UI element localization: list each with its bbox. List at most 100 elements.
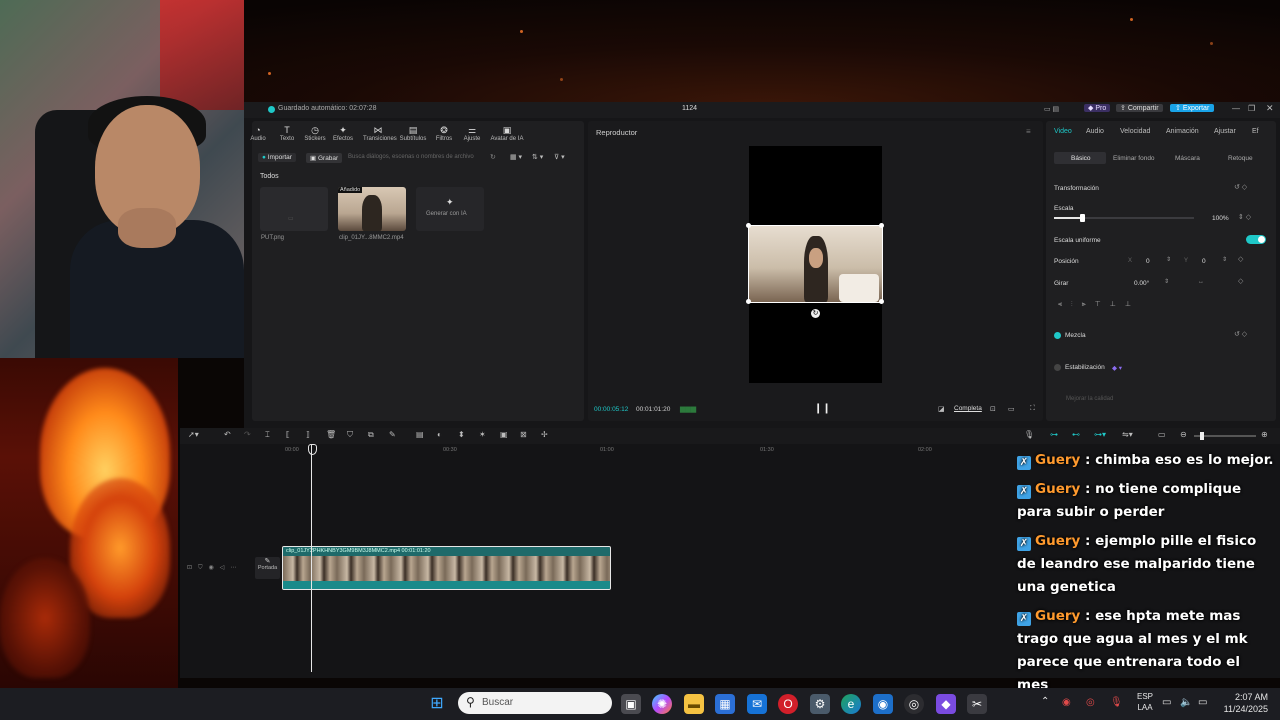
opera-icon[interactable]: O (778, 694, 798, 714)
export-button[interactable]: ⇧ Exportar (1170, 104, 1215, 112)
scale-value[interactable]: 100% (1212, 215, 1229, 222)
position-y-input[interactable]: 0 (1202, 258, 1206, 265)
rotate-input[interactable]: 0.00° (1134, 280, 1149, 287)
grid-view-icon[interactable]: ▦ ▾ (510, 153, 522, 161)
pro-badge[interactable]: ◆ Pro (1084, 104, 1111, 112)
project-title[interactable]: 1124 (682, 105, 697, 112)
resize-handle[interactable] (879, 299, 884, 304)
task-view-icon[interactable]: ▣ (621, 694, 641, 714)
close-icon[interactable]: ✕ (1266, 103, 1274, 114)
windows-start-icon[interactable]: ⊞ (427, 694, 447, 714)
taskbar-search[interactable]: ⚲ Buscar (458, 692, 612, 714)
media-item-png[interactable]: ▭ (260, 187, 328, 231)
edge-icon[interactable]: e (841, 694, 861, 714)
refresh-icon[interactable]: ↻ (490, 153, 496, 161)
ratio-icon[interactable]: ▭ (1008, 405, 1015, 413)
tab-effects[interactable]: Ef (1252, 128, 1259, 135)
playhead-handle[interactable] (308, 444, 317, 455)
playhead[interactable] (311, 444, 312, 672)
zoom-out-icon[interactable]: ⊖ (1180, 430, 1187, 439)
link-clips-icon[interactable]: ⊶ (1050, 430, 1058, 439)
split-right-icon[interactable]: ⟧ (306, 430, 310, 439)
snap-icon[interactable]: ⇋▾ (1122, 430, 1133, 439)
tab-video[interactable]: Video (1054, 128, 1072, 135)
tab-animation[interactable]: Animación (1166, 128, 1199, 135)
tab-audio[interactable]: Audio (1086, 128, 1104, 135)
media-item-video[interactable]: Añadido (338, 187, 406, 231)
tray-record-icon[interactable]: ◎ (1086, 697, 1095, 708)
volume-icon[interactable]: 🔈 (1180, 697, 1192, 708)
view-mode-select[interactable]: Completa (954, 405, 982, 412)
align-icons[interactable]: ⫷⫶⫸⊤⊥⊥ (1058, 300, 1140, 309)
mirror-icon[interactable]: ⬍ (458, 430, 465, 439)
layout-icon[interactable]: ▭ ▤ (1044, 105, 1059, 113)
smart-icon[interactable]: ✎ (389, 430, 396, 439)
enhance-quality-label[interactable]: Mejorar la calidad (1066, 396, 1113, 402)
menu-icon[interactable]: ≡ (1026, 127, 1031, 136)
sort-icon[interactable]: ⇅ ▾ (532, 153, 543, 161)
subtab-remove-bg[interactable]: Eliminar fondo (1113, 155, 1155, 162)
mic-icon[interactable]: 🎙 (1024, 430, 1034, 439)
tray-mic-icon[interactable]: 🎙 (1110, 697, 1123, 708)
capcut-taskbar-icon[interactable]: ✂ (967, 694, 987, 714)
scale-slider-thumb[interactable] (1080, 214, 1085, 222)
blend-enabled-icon[interactable] (1054, 332, 1061, 339)
app-blue-icon[interactable]: ◉ (873, 694, 893, 714)
settings-icon[interactable]: ⚙ (810, 694, 830, 714)
resize-handle[interactable] (746, 223, 751, 228)
crop-timeline-icon[interactable]: ⊠ (520, 430, 527, 439)
marker-icon[interactable]: ⛉ (347, 430, 353, 440)
tab-speed[interactable]: Velocidad (1120, 128, 1150, 135)
tab-adjust[interactable]: Ajustar (1214, 128, 1236, 135)
stepper-icon[interactable]: ⇕ (1166, 256, 1171, 263)
fit-icon[interactable]: ⊡ (990, 405, 996, 413)
chrome-icon[interactable]: ◎ (904, 694, 924, 714)
subtab-mask[interactable]: Máscara (1175, 155, 1200, 162)
track-controls-icons[interactable]: ⊡⛉◉◁⋯ (187, 564, 242, 572)
keyframe-icon[interactable]: ⇕ ◇ (1238, 213, 1251, 221)
split-icon[interactable]: ⌶ (265, 430, 270, 440)
uniform-scale-toggle[interactable] (1246, 235, 1266, 244)
delete-icon[interactable]: 🗑 (326, 430, 336, 439)
video-frame[interactable] (746, 223, 884, 304)
stepper-icon[interactable]: ⇕ (1164, 278, 1169, 285)
resize-handle[interactable] (746, 299, 751, 304)
toolbar-filters[interactable]: ❂ Filtros (430, 125, 458, 142)
toolbar-ai-avatar[interactable]: ▣ Avatar de IA (488, 125, 526, 142)
crop-clip-icon[interactable]: ⧉ (368, 430, 374, 440)
blend-label[interactable]: Mezcla (1065, 332, 1086, 339)
rotate-handle-icon[interactable]: ↻ (811, 309, 820, 318)
frame-icon[interactable]: ▣ (500, 430, 508, 439)
clock[interactable]: 2:07 AM 11/24/2025 (1216, 691, 1268, 715)
zoom-slider-thumb[interactable] (1200, 432, 1204, 440)
position-x-input[interactable]: 0 (1146, 258, 1150, 265)
subtab-retouch[interactable]: Retoque (1228, 155, 1253, 162)
keyframe-icon[interactable]: ◇ (1238, 255, 1243, 263)
reset-icon[interactable]: ↺ ◇ (1234, 183, 1247, 191)
copilot-icon[interactable]: ✺ (652, 694, 672, 714)
magnet-icon[interactable]: ⊷ (1072, 430, 1080, 439)
stepper-icon[interactable]: ⇕ (1222, 256, 1227, 263)
crop-icon[interactable]: ◪ (938, 405, 945, 413)
subtab-basic[interactable]: Básico (1071, 155, 1091, 162)
undo-icon[interactable]: ↶ (224, 430, 231, 439)
toolbar-subtitles[interactable]: ▤ Subtítulos (399, 125, 427, 142)
toolbar-effects[interactable]: ✦ Efectos (329, 125, 357, 142)
file-explorer-icon[interactable]: ▬ (684, 694, 704, 714)
magic-icon[interactable]: ✶ (479, 430, 486, 439)
language-indicator[interactable]: ESP LAA (1134, 691, 1156, 713)
tray-app-icon[interactable]: ◉ (1062, 697, 1071, 708)
outlook-icon[interactable]: ✉ (747, 694, 767, 714)
display-icon[interactable]: ▭ (1162, 697, 1171, 708)
timeline-clip[interactable]: clip_01JY2PHKHNBY3GM9BM3J8MMC2.mp4 00:01… (282, 546, 611, 590)
tray-overflow-icon[interactable]: ⌃ (1041, 696, 1049, 707)
media-search-input[interactable]: Busca diálogos, escenas o nombres de arc… (348, 154, 498, 160)
import-button[interactable]: ● Importar (258, 153, 296, 162)
cover-button[interactable]: ✎ Portada (255, 557, 280, 579)
record-button[interactable]: ▣ Grabar (306, 153, 343, 163)
zoom-in-icon[interactable]: ⊕ (1261, 430, 1268, 439)
flip-icon[interactable]: ↔ (1198, 279, 1204, 285)
share-button[interactable]: ⇪ Compartir (1116, 104, 1163, 112)
minimize-icon[interactable]: — (1232, 104, 1240, 113)
split-left-icon[interactable]: ⟦ (286, 430, 290, 439)
